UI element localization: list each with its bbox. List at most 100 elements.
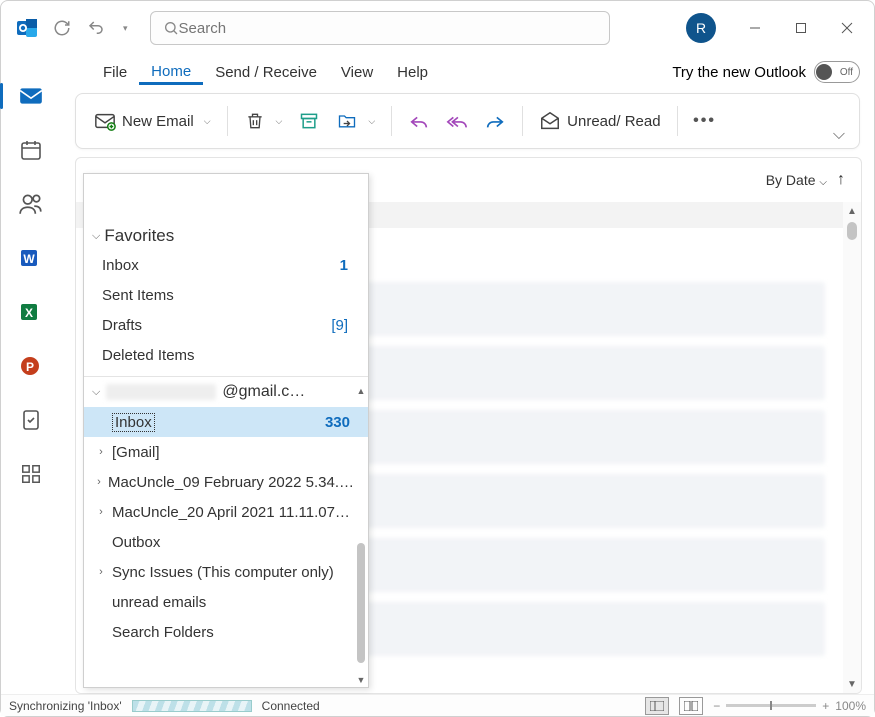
- search-input[interactable]: [179, 20, 597, 37]
- account-name-redacted: [106, 384, 216, 400]
- rail-todo[interactable]: [14, 403, 48, 437]
- try-new-toggle[interactable]: Off: [814, 61, 860, 83]
- connection-status: Connected: [262, 699, 320, 713]
- try-new-outlook: Try the new Outlook Off: [672, 61, 874, 83]
- sort-by-button[interactable]: By Date ⌵: [766, 172, 827, 188]
- status-bar: Synchronizing 'Inbox' Connected − + 100%: [1, 694, 874, 716]
- minimize-button[interactable]: [732, 8, 778, 48]
- new-email-icon: [94, 110, 116, 132]
- new-email-button[interactable]: New Email ⌵: [86, 104, 219, 138]
- scroll-down-icon[interactable]: ▼: [843, 675, 861, 693]
- forward-icon: [484, 110, 506, 132]
- folder-pane: ⌵ Favorites Inbox1Sent ItemsDrafts[9]Del…: [83, 173, 369, 688]
- scroll-thumb[interactable]: [357, 543, 365, 663]
- chevron-down-icon: ⌵: [200, 116, 211, 127]
- account-folder-item[interactable]: Outbox: [84, 527, 368, 557]
- user-avatar[interactable]: R: [686, 13, 716, 43]
- archive-icon: [298, 110, 320, 132]
- ribbon-expand-button[interactable]: ⌵: [833, 94, 849, 148]
- view-reading-button[interactable]: [679, 697, 703, 715]
- favorite-folder-item[interactable]: Sent Items: [84, 280, 368, 310]
- account-folder-item[interactable]: ›MacUncle_20 April 2021 11.11.07…: [84, 497, 368, 527]
- account-domain: @gmail.c…: [222, 383, 305, 401]
- scroll-down-icon[interactable]: ▼: [354, 673, 368, 687]
- zoom-control: − + 100%: [713, 699, 866, 713]
- toggle-state-label: Off: [840, 67, 853, 78]
- unread-read-label: Unread/ Read: [567, 113, 660, 130]
- move-to-folder-icon: [336, 110, 358, 132]
- scroll-up-icon[interactable]: ▲: [843, 202, 861, 220]
- tab-send-receive[interactable]: Send / Receive: [203, 60, 329, 85]
- account-folder-item[interactable]: ›MacUncle_09 February 2022 5.34.…: [84, 467, 368, 497]
- chevron-down-icon: ⌵: [272, 116, 283, 127]
- sync-progress-bar: [132, 700, 252, 712]
- reply-icon: [408, 110, 430, 132]
- sync-status-text: Synchronizing 'Inbox': [9, 699, 122, 713]
- ribbon-commands: New Email ⌵ ⌵ ⌵ Unread/ Read ••• ⌵: [75, 93, 860, 149]
- favorite-folder-item[interactable]: Drafts[9]: [84, 310, 368, 340]
- app-rail: W X P: [1, 65, 61, 491]
- view-switcher: [645, 697, 703, 715]
- reply-all-button[interactable]: [438, 104, 476, 138]
- search-box[interactable]: [150, 11, 610, 45]
- chevron-down-icon: ⌵: [92, 386, 100, 399]
- zoom-in-button[interactable]: +: [822, 699, 829, 713]
- quick-access-toolbar: ▾: [49, 15, 134, 41]
- search-icon: [163, 20, 179, 36]
- list-scrollbar[interactable]: ▲ ▼: [843, 202, 861, 693]
- favorites-header[interactable]: ⌵ Favorites: [84, 222, 368, 250]
- zoom-out-button[interactable]: −: [713, 699, 720, 713]
- forward-button[interactable]: [476, 104, 514, 138]
- account-header[interactable]: ⌵ @gmail.c…: [84, 377, 368, 407]
- tab-home[interactable]: Home: [139, 59, 203, 85]
- more-commands-button[interactable]: •••: [686, 104, 724, 138]
- tab-help[interactable]: Help: [385, 60, 440, 85]
- view-normal-button[interactable]: [645, 697, 669, 715]
- favorite-folder-item[interactable]: Inbox1: [84, 250, 368, 280]
- account-folder-item[interactable]: ›Sync Issues (This computer only): [84, 557, 368, 587]
- favorite-folder-item[interactable]: Deleted Items: [84, 340, 368, 370]
- maximize-button[interactable]: [778, 8, 824, 48]
- rail-calendar[interactable]: [14, 133, 48, 167]
- reply-all-icon: [446, 110, 468, 132]
- folder-scrollbar[interactable]: ▲ ▼: [354, 384, 368, 687]
- tab-file[interactable]: File: [91, 60, 139, 85]
- chevron-down-icon: ⌵: [92, 230, 100, 243]
- trash-icon: [244, 110, 266, 132]
- close-button[interactable]: [824, 8, 870, 48]
- envelope-open-icon: [539, 110, 561, 132]
- svg-text:W: W: [23, 252, 35, 266]
- rail-word[interactable]: W: [14, 241, 48, 275]
- scroll-up-icon[interactable]: ▲: [354, 384, 368, 398]
- account-folder-item[interactable]: Inbox330: [84, 407, 368, 437]
- rail-more-apps[interactable]: [14, 457, 48, 491]
- outlook-app-icon: [15, 16, 39, 40]
- rail-powerpoint[interactable]: P: [14, 349, 48, 383]
- archive-button[interactable]: [290, 104, 328, 138]
- svg-text:P: P: [26, 360, 34, 374]
- zoom-percent: 100%: [835, 699, 866, 713]
- chevron-down-icon: ⌵: [364, 116, 375, 127]
- delete-button[interactable]: ⌵: [236, 104, 291, 138]
- sync-icon[interactable]: [49, 15, 75, 41]
- sort-direction-button[interactable]: ↑: [837, 171, 845, 189]
- rail-mail[interactable]: [14, 79, 48, 113]
- reply-button[interactable]: [400, 104, 438, 138]
- ellipsis-icon: •••: [694, 110, 716, 132]
- move-button[interactable]: ⌵: [328, 104, 383, 138]
- undo-icon[interactable]: [83, 15, 109, 41]
- qat-customize-caret[interactable]: ▾: [117, 23, 134, 34]
- account-folder-item[interactable]: Search Folders: [84, 617, 368, 647]
- unread-read-button[interactable]: Unread/ Read: [531, 104, 668, 138]
- account-folder-item[interactable]: ›[Gmail]: [84, 437, 368, 467]
- rail-excel[interactable]: X: [14, 295, 48, 329]
- favorites-label: Favorites: [104, 226, 174, 246]
- ribbon-tabs: File Home Send / Receive View Help Try t…: [1, 55, 874, 89]
- svg-text:X: X: [25, 306, 33, 320]
- scroll-thumb[interactable]: [847, 222, 857, 240]
- tab-view[interactable]: View: [329, 60, 385, 85]
- account-folder-item[interactable]: unread emails: [84, 587, 368, 617]
- zoom-slider[interactable]: [726, 704, 816, 707]
- rail-people[interactable]: [14, 187, 48, 221]
- title-bar: ▾ R: [1, 1, 874, 55]
